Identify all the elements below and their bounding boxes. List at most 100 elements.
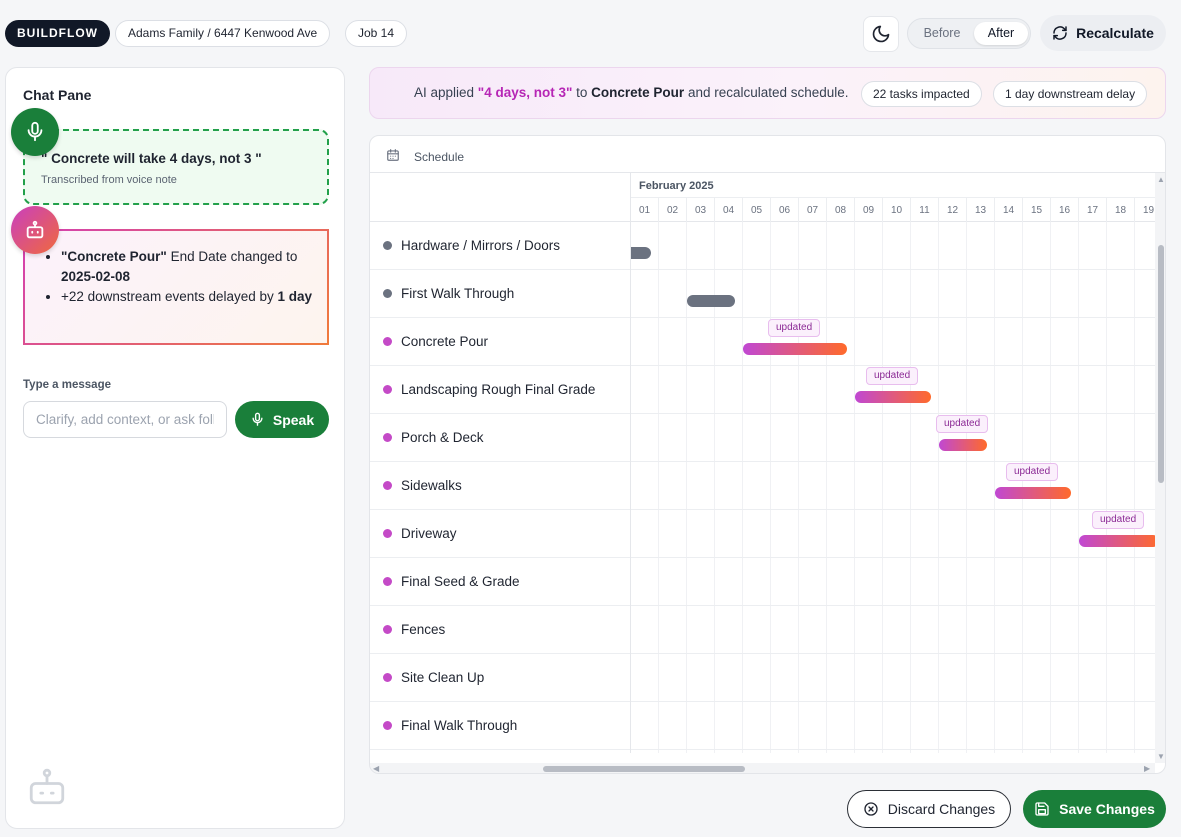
task-row[interactable]: Sidewalks: [370, 462, 630, 510]
before-after-toggle[interactable]: Before After: [907, 18, 1031, 49]
discard-changes-button[interactable]: Discard Changes: [847, 790, 1011, 828]
vertical-scrollbar[interactable]: ▲ ▼: [1155, 173, 1165, 763]
task-name: Hardware / Mirrors / Doors: [401, 238, 561, 253]
horizontal-scroll-thumb[interactable]: [543, 766, 745, 772]
recalculate-label: Recalculate: [1076, 25, 1154, 41]
task-status-dot: [383, 673, 392, 682]
task-bar[interactable]: [1079, 535, 1155, 547]
task-name: Fences: [401, 622, 446, 637]
toggle-after[interactable]: After: [974, 22, 1028, 45]
day-header: 12: [939, 198, 967, 223]
dark-mode-button[interactable]: [863, 16, 899, 52]
task-name: Concrete Pour: [401, 334, 489, 349]
task-bar[interactable]: [939, 439, 987, 451]
day-header: 14: [995, 198, 1023, 223]
save-label: Save Changes: [1059, 801, 1155, 817]
task-list-header: [370, 173, 630, 222]
task-bar[interactable]: [743, 343, 847, 355]
task-status-dot: [383, 481, 392, 490]
task-status-dot: [383, 625, 392, 634]
robot-icon: [26, 766, 68, 813]
task-row[interactable]: Landscaping Rough Final Grade: [370, 366, 630, 414]
save-icon: [1035, 802, 1049, 816]
speak-button[interactable]: Speak: [235, 401, 329, 438]
message-label: Type a message: [23, 379, 112, 391]
job-pill[interactable]: Job 14: [345, 20, 408, 47]
day-header-row: 01 02 03 04 05 06 07 08 09 10 11 12 13 14 15 16 17 18 19: [631, 197, 1155, 223]
task-row[interactable]: Site Clean Up: [370, 654, 630, 702]
save-changes-button[interactable]: Save Changes: [1023, 790, 1166, 828]
project-pill[interactable]: Adams Family / 6447 Kenwood Ave: [115, 20, 331, 47]
task-name: Site Clean Up: [401, 670, 485, 685]
task-name: First Walk Through: [401, 286, 515, 301]
timeline-row: [631, 270, 1155, 318]
task-bar[interactable]: [995, 487, 1071, 499]
timeline-row: [631, 606, 1155, 654]
microphone-icon: [11, 108, 59, 156]
close-circle-icon: [864, 802, 878, 816]
task-row[interactable]: First Walk Through: [370, 270, 630, 318]
scroll-left-icon[interactable]: ◀: [373, 765, 379, 773]
month-label: February 2025: [639, 180, 714, 192]
updated-badge: updated: [936, 415, 989, 433]
voice-note-quote: " Concrete will take 4 days, not 3 ": [41, 151, 262, 166]
banner-message: AI applied "4 days, not 3" to Concrete P…: [414, 85, 849, 100]
summary-item-end-date: "Concrete Pour" End Date changed to 2025…: [61, 247, 319, 287]
scroll-up-icon[interactable]: ▲: [1157, 176, 1165, 184]
task-status-dot: [383, 721, 392, 730]
top-bar: BUILDFLOW Adams Family / 6447 Kenwood Av…: [0, 0, 1181, 66]
task-name: Sidewalks: [401, 478, 462, 493]
task-row[interactable]: Final Seed & Grade: [370, 558, 630, 606]
task-row[interactable]: Fences: [370, 606, 630, 654]
recalculate-button[interactable]: Recalculate: [1040, 15, 1166, 51]
voice-note-card: " Concrete will take 4 days, not 3 " Tra…: [23, 129, 329, 205]
timeline-row: [631, 222, 1155, 270]
task-status-dot: [383, 385, 392, 394]
horizontal-scrollbar[interactable]: ◀ ▶: [370, 763, 1155, 773]
banner-task: Concrete Pour: [591, 85, 685, 100]
banner-suffix: and recalculated schedule.: [684, 85, 849, 100]
toggle-before[interactable]: Before: [914, 22, 970, 45]
timeline-row: [631, 462, 1155, 510]
day-header: 09: [855, 198, 883, 223]
brand-logo: BUILDFLOW: [5, 20, 110, 47]
task-name: Porch & Deck: [401, 430, 484, 445]
summary-text: End Date changed to: [166, 249, 298, 264]
task-status-dot: [383, 241, 392, 250]
day-header: 01: [631, 198, 659, 223]
gantt-timeline[interactable]: February 2025 01 02 03 04 05 06 07 08 09 10 11 12 13…: [630, 173, 1155, 753]
summary-delay: 1 day: [277, 289, 313, 304]
day-header: 18: [1107, 198, 1135, 223]
task-row[interactable]: Hardware / Mirrors / Doors: [370, 222, 630, 270]
microphone-icon: [252, 412, 263, 426]
day-header: 10: [883, 198, 911, 223]
day-header: 19: [1135, 198, 1155, 223]
vertical-scroll-thumb[interactable]: [1158, 245, 1164, 483]
updated-badge: updated: [1092, 511, 1145, 529]
banner-prefix: AI applied: [414, 85, 478, 100]
ai-summary-card: "Concrete Pour" End Date changed to 2025…: [23, 229, 329, 345]
voice-note-caption: Transcribed from voice note: [41, 174, 177, 186]
chat-pane: Chat Pane " Concrete will take 4 days, n…: [5, 67, 345, 829]
day-header: 08: [827, 198, 855, 223]
task-row[interactable]: Porch & Deck: [370, 414, 630, 462]
scroll-down-icon[interactable]: ▼: [1157, 753, 1165, 761]
ai-applied-banner: AI applied "4 days, not 3" to Concrete P…: [369, 67, 1166, 119]
task-row[interactable]: Concrete Pour: [370, 318, 630, 366]
task-row[interactable]: Driveway: [370, 510, 630, 558]
task-name: Driveway: [401, 526, 457, 541]
day-header: 02: [659, 198, 687, 223]
task-bar[interactable]: [855, 391, 931, 403]
day-header: 17: [1079, 198, 1107, 223]
day-header: 15: [1023, 198, 1051, 223]
task-bar[interactable]: [631, 247, 651, 259]
task-row[interactable]: Final Walk Through: [370, 702, 630, 750]
message-input[interactable]: [23, 401, 227, 438]
task-list: Hardware / Mirrors / Doors First Walk Thr…: [370, 173, 630, 753]
timeline-row: [631, 558, 1155, 606]
scroll-right-icon[interactable]: ▶: [1144, 765, 1150, 773]
summary-item-downstream: +22 downstream events delayed by 1 day: [61, 287, 319, 307]
task-status-dot: [383, 529, 392, 538]
task-bar[interactable]: [687, 295, 735, 307]
day-header: 04: [715, 198, 743, 223]
